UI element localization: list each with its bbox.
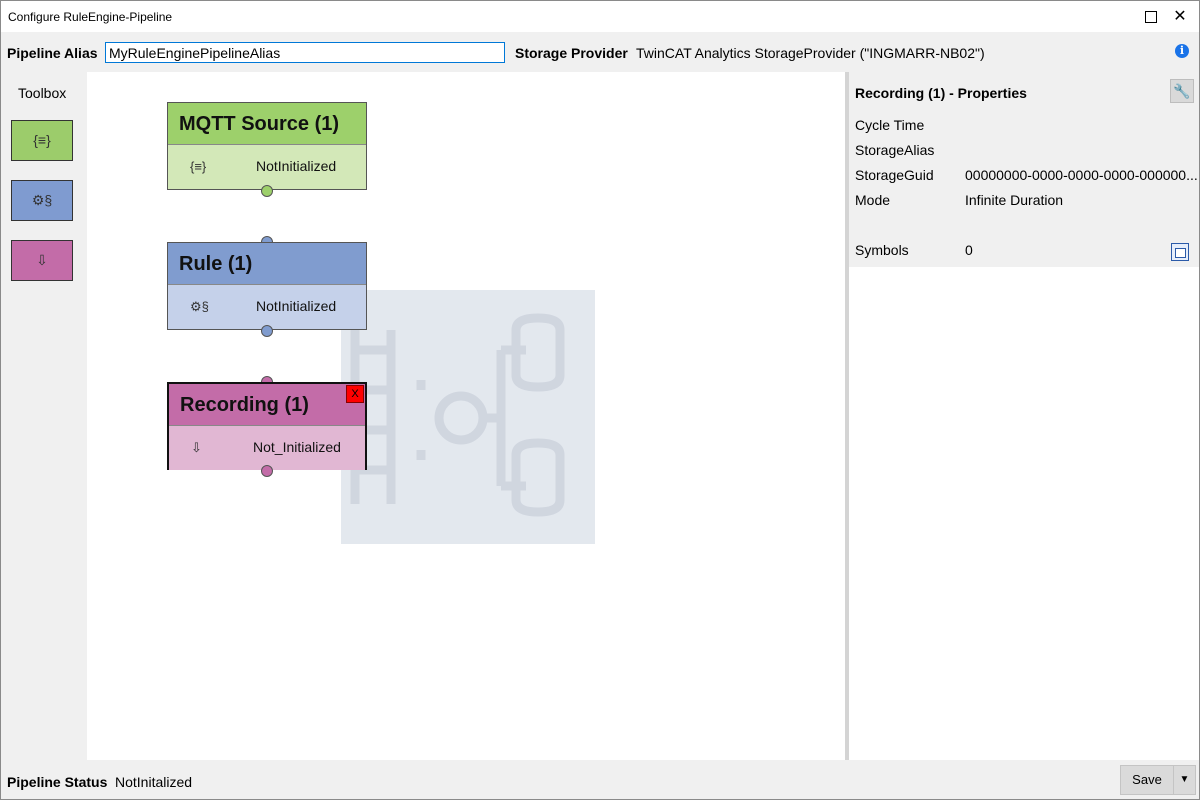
pipeline-canvas[interactable]: MQTT Source (1) {≡} NotInitialized Rule …: [87, 72, 845, 760]
pipeline-alias-input[interactable]: [105, 42, 505, 63]
toolbox-panel: Toolbox {≡} ⚙§ ⇩: [1, 72, 87, 760]
pipeline-status-label: Pipeline Status: [7, 774, 108, 790]
close-icon[interactable]: ✕: [1167, 5, 1193, 29]
mqtt-source-node[interactable]: MQTT Source (1) {≡} NotInitialized: [167, 102, 367, 190]
property-label: Mode: [855, 192, 891, 208]
gears-icon: ⚙§: [31, 192, 53, 208]
property-label: StorageAlias: [855, 142, 935, 158]
property-label: StorageGuid: [855, 167, 934, 183]
recording-node[interactable]: Recording (1) X ⇩ Not_Initialized: [167, 382, 367, 470]
node-status: NotInitialized: [256, 158, 337, 174]
node-status: NotInitialized: [256, 298, 337, 314]
storage-provider-label: Storage Provider: [515, 45, 628, 61]
mqtt-source-tool[interactable]: {≡}: [11, 120, 73, 161]
mqtt-icon: {≡}: [33, 132, 51, 148]
property-value[interactable]: 0: [965, 242, 973, 258]
recording-tool[interactable]: ⇩: [11, 240, 73, 281]
mqtt-icon: {≡}: [190, 159, 207, 174]
symbols-edit-icon[interactable]: [1171, 243, 1189, 261]
node-title: MQTT Source (1): [179, 113, 340, 135]
property-value[interactable]: Infinite Duration: [965, 192, 1063, 208]
node-body: ⇩ Not_Initialized: [169, 426, 365, 470]
rule-node[interactable]: Rule (1) ⚙§ NotInitialized: [167, 242, 367, 330]
pipeline-status-value: NotInitalized: [115, 774, 193, 790]
mqtt-output-connector[interactable]: [261, 185, 273, 197]
node-title: Recording (1): [180, 394, 309, 416]
property-label: Symbols: [855, 242, 909, 258]
recording-icon: ⇩: [36, 252, 48, 268]
analytics-watermark-icon: [341, 290, 595, 544]
alias-bar: Pipeline Alias Storage Provider TwinCAT …: [1, 32, 1199, 72]
property-value[interactable]: 00000000-0000-0000-0000-000000...: [965, 167, 1198, 183]
node-title: Rule (1): [179, 253, 253, 275]
properties-grid: Recording (1) - Properties 🔧 Cycle Time …: [849, 72, 1199, 267]
info-icon[interactable]: i: [1175, 44, 1189, 58]
toolbox-title: Toolbox: [18, 85, 67, 101]
save-button[interactable]: Save: [1120, 765, 1174, 795]
maximize-icon[interactable]: [1137, 5, 1163, 29]
gears-icon: ⚙§: [190, 299, 209, 314]
rule-output-connector[interactable]: [261, 325, 273, 337]
node-body: ⚙§ NotInitialized: [168, 285, 366, 329]
save-dropdown-icon[interactable]: ▼: [1174, 765, 1196, 795]
node-header: Recording (1): [169, 384, 365, 426]
node-header: Rule (1): [168, 243, 366, 285]
delete-node-button[interactable]: X: [346, 385, 364, 403]
pipeline-alias-label: Pipeline Alias: [7, 45, 98, 61]
status-bar: Pipeline Status NotInitalized Save ▼: [1, 760, 1199, 799]
properties-title: Recording (1) - Properties: [855, 85, 1027, 101]
node-body: {≡} NotInitialized: [168, 145, 366, 189]
recording-output-connector[interactable]: [261, 465, 273, 477]
property-label: Cycle Time: [855, 117, 925, 133]
wrench-icon[interactable]: 🔧: [1170, 79, 1194, 103]
storage-provider-value: TwinCAT Analytics StorageProvider ("INGM…: [636, 45, 985, 61]
title-bar: Configure RuleEngine-Pipeline ✕: [1, 1, 1199, 32]
window-title: Configure RuleEngine-Pipeline: [8, 10, 173, 24]
recording-icon: ⇩: [191, 440, 202, 455]
properties-panel: Recording (1) - Properties 🔧 Cycle Time …: [849, 72, 1199, 760]
rule-tool[interactable]: ⚙§: [11, 180, 73, 221]
node-header: MQTT Source (1): [168, 103, 366, 145]
node-status: Not_Initialized: [253, 439, 341, 455]
configure-window: Configure RuleEngine-Pipeline ✕ Pipeline…: [0, 0, 1200, 800]
